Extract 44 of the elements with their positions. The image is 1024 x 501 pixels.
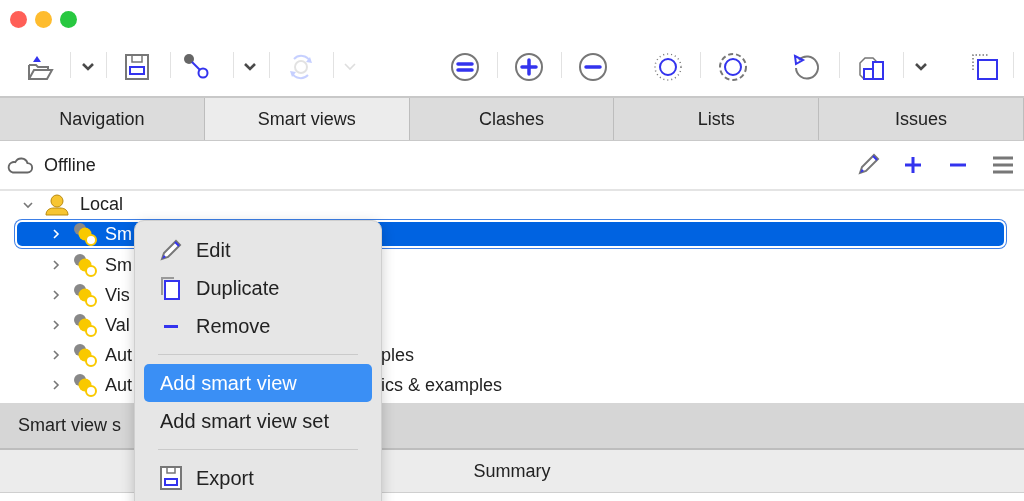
tab[interactable]: Issues (819, 98, 1024, 140)
tab[interactable]: Navigation (0, 98, 205, 140)
user-icon (44, 192, 70, 217)
menu-item[interactable]: Duplicate (144, 269, 372, 307)
dotted-circle-icon[interactable] (652, 51, 684, 83)
close-button[interactable] (10, 10, 27, 28)
tab[interactable]: Lists (614, 98, 820, 140)
smart-view-icon (72, 372, 98, 398)
cloud-icon (6, 155, 34, 175)
tab[interactable]: Clashes (409, 98, 615, 140)
tree-item-label: Aut (105, 344, 133, 365)
tree-item-label: Sm (105, 254, 132, 275)
add-circle-icon[interactable] (513, 51, 545, 83)
chevron-icon[interactable] (50, 379, 62, 391)
square-icon[interactable] (969, 51, 1001, 83)
smart-view-icon (72, 312, 98, 338)
smart-view-icon (72, 342, 98, 368)
chevron-icon[interactable] (50, 228, 62, 240)
dashed-circle-icon[interactable] (717, 51, 749, 83)
tree-item-label: Sm (105, 223, 132, 244)
save-icon (158, 465, 184, 491)
equal-circle-icon[interactable] (449, 51, 481, 83)
tree-item-label: Val (105, 314, 130, 335)
panel-title: Smart view s (18, 415, 122, 436)
minus-circle-icon[interactable] (577, 51, 609, 83)
chevron-icon[interactable] (50, 349, 62, 361)
minus-icon (164, 324, 178, 328)
tree-item-label: ics & examples (381, 374, 503, 396)
smart-view-icon (72, 221, 98, 247)
tree-item-label: ples (381, 344, 415, 366)
tree-item-label: Vis (105, 284, 130, 305)
chevron-icon[interactable] (50, 289, 62, 301)
tree-item-label[interactable]: Local (80, 194, 124, 215)
chevron-icon[interactable] (50, 259, 62, 271)
tab[interactable]: Smart views (204, 98, 410, 140)
smart-view-icon (72, 282, 98, 308)
pencil-icon (158, 237, 184, 263)
menu-item[interactable]: Add smart view set (144, 402, 372, 440)
source-label: Offline (44, 154, 96, 176)
chevron-icon[interactable] (50, 319, 62, 331)
tree-item-label: Aut (105, 374, 133, 395)
pencil-icon[interactable] (855, 152, 881, 178)
menu-item[interactable]: Remove (144, 307, 372, 345)
smart-view-icon (72, 252, 98, 278)
